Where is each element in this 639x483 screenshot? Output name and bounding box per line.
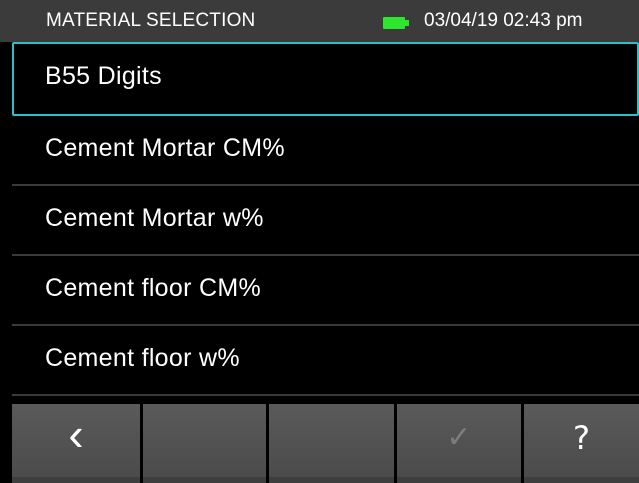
bottom-toolbar: ‹ ✓ ? — [12, 404, 639, 483]
list-item-label: Cement floor w% — [45, 344, 240, 372]
list-item-label: Cement Mortar CM% — [45, 134, 285, 162]
status-bar: MATERIAL SELECTION 03/04/19 02:43 pm — [0, 0, 639, 42]
softkey-3-button[interactable] — [269, 404, 397, 483]
list-item-b55-digits[interactable]: B55 Digits — [12, 42, 639, 116]
list-item-cement-floor-w[interactable]: Cement floor w% — [12, 326, 639, 396]
list-item-label: B55 Digits — [45, 62, 162, 90]
screen-title: MATERIAL SELECTION — [46, 10, 256, 31]
material-list: B55 Digits Cement Mortar CM% Cement Mort… — [12, 42, 639, 396]
list-item-cement-mortar-w[interactable]: Cement Mortar w% — [12, 186, 639, 256]
help-button[interactable]: ? — [524, 404, 639, 483]
confirm-button[interactable]: ✓ — [397, 404, 524, 483]
question-mark-icon: ? — [573, 419, 590, 457]
chevron-left-icon: ‹ — [68, 408, 84, 460]
battery-icon — [383, 17, 411, 29]
list-item-label: Cement floor CM% — [45, 274, 261, 302]
back-button[interactable]: ‹ — [12, 404, 143, 483]
list-item-label: Cement Mortar w% — [45, 204, 264, 232]
softkey-2-button[interactable] — [143, 404, 269, 483]
checkmark-icon: ✓ — [446, 421, 472, 454]
status-datetime: 03/04/19 02:43 pm — [424, 10, 583, 31]
list-item-cement-floor-cm[interactable]: Cement floor CM% — [12, 256, 639, 326]
list-item-cement-mortar-cm[interactable]: Cement Mortar CM% — [12, 116, 639, 186]
